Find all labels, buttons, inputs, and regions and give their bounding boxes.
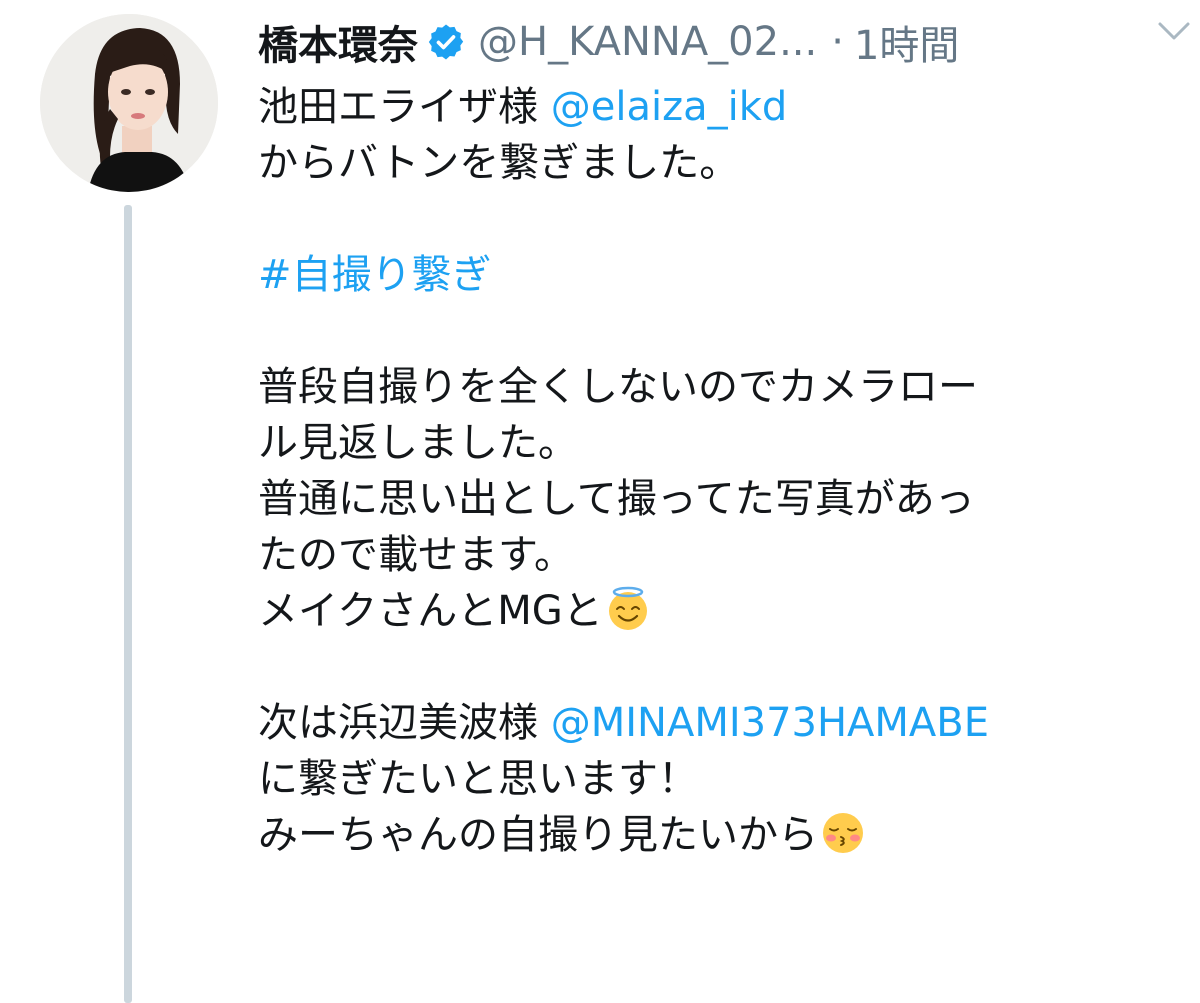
tweet-body: 池田エライザ様 @elaiza_ikd からバトンを繋ぎました。 #自撮り繋ぎ …	[258, 79, 1178, 863]
tweet-text: メイクさんとMGと	[258, 588, 603, 634]
author-handle[interactable]: @H_KANNA_02...	[478, 19, 817, 65]
tweet-text: 次は浜辺美波様	[258, 700, 551, 746]
tweet-line: 次は浜辺美波様 @MINAMI373HAMABE	[258, 695, 1178, 751]
tweet-line: みーちゃんの自撮り見たいから	[258, 807, 1178, 863]
tweet-text: 池田エライザ様	[258, 84, 551, 130]
tweet-line: 普通に思い出として撮ってた写真があっ	[258, 476, 975, 522]
tweet-text: みーちゃんの自撮り見たいから	[258, 812, 818, 858]
kissing-face-with-closed-eyes-emoji	[823, 813, 863, 853]
tweet-line: 普段自撮りを全くしないのでカメラロー	[258, 364, 978, 410]
mention-link[interactable]: @elaiza_ikd	[551, 84, 788, 130]
tweet-timestamp[interactable]: 1時間	[854, 13, 959, 71]
chevron-down-icon[interactable]	[1152, 12, 1196, 48]
mention-link[interactable]: @MINAMI373HAMABE	[551, 700, 989, 746]
smiling-face-with-halo-emoji	[608, 586, 647, 630]
author-display-name[interactable]: 橋本環奈	[258, 13, 418, 71]
avatar[interactable]	[40, 14, 218, 192]
thread-connector-line	[124, 205, 132, 1003]
tweet-line: からバトンを繋ぎました。	[258, 140, 740, 186]
tweet-line: たので載せます。	[258, 532, 574, 578]
hashtag-link[interactable]: #自撮り繋ぎ	[258, 252, 492, 298]
tweet-line: メイクさんとMGと	[258, 583, 1178, 639]
tweet-line: 池田エライザ様 @elaiza_ikd	[258, 79, 1178, 135]
tweet-line: ル見返しました。	[258, 420, 578, 466]
profile-photo	[40, 14, 218, 192]
separator-dot: ·	[831, 19, 844, 65]
tweet-header: 橋本環奈 @H_KANNA_02... · 1時間	[258, 12, 1180, 72]
verified-badge-icon	[428, 24, 464, 60]
tweet-line: #自撮り繋ぎ	[258, 247, 1178, 303]
tweet-line: に繋ぎたいと思います！	[258, 756, 698, 802]
